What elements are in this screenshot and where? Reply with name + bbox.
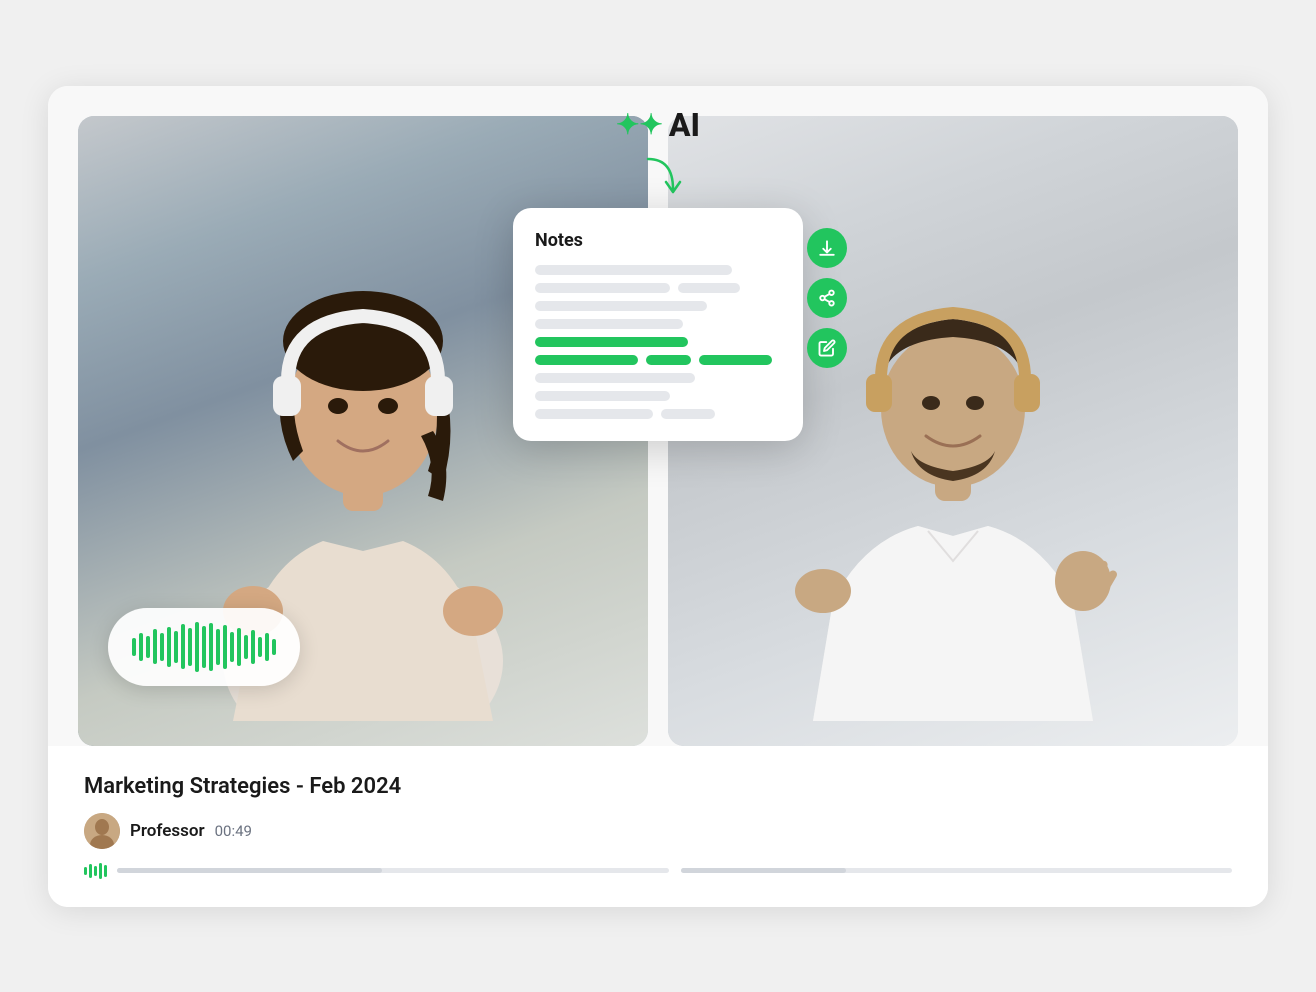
waveform-bar [230, 632, 234, 662]
waveform-bar [202, 626, 206, 668]
waveform-bar [265, 633, 269, 661]
waveform-bar [188, 628, 192, 666]
presenter-row: Professor 00:49 [84, 813, 1232, 849]
note-line [535, 265, 732, 275]
edit-button[interactable] [807, 328, 847, 368]
arrow-svg [628, 154, 688, 204]
progress-track-left[interactable] [117, 868, 669, 873]
waveform-bar [272, 639, 276, 655]
action-buttons [807, 228, 847, 368]
waveform-bar [146, 636, 150, 658]
waveform-bar [251, 630, 255, 664]
waveform-bar [244, 635, 248, 659]
download-icon [818, 239, 836, 257]
note-line [535, 301, 707, 311]
note-line [678, 283, 740, 293]
progress-track-right[interactable] [681, 868, 1233, 873]
waveform-bar [223, 625, 227, 669]
waveform-bar [160, 633, 164, 661]
waveform-bar [174, 631, 178, 663]
share-button[interactable] [807, 278, 847, 318]
note-line-row [535, 283, 781, 293]
avatar-image [84, 813, 120, 849]
progress-fill-right [681, 868, 846, 873]
note-line [661, 409, 715, 419]
share-icon [818, 289, 836, 307]
presenter-time: 00:49 [215, 822, 252, 840]
waveform-bars [132, 622, 276, 672]
notes-card: Notes [513, 208, 803, 441]
waveform-bar [153, 629, 157, 664]
progress-row[interactable] [117, 868, 1232, 873]
note-line-green [699, 355, 773, 365]
mini-bar [89, 864, 92, 878]
waveform-bar [181, 624, 185, 669]
notes-title: Notes [535, 230, 781, 251]
mini-bar [94, 866, 97, 876]
avatar [84, 813, 120, 849]
presenter-name: Professor [130, 821, 205, 841]
main-card: ✦✦ AI Notes [48, 86, 1268, 907]
ai-overlay: ✦✦ AI Notes [513, 106, 803, 441]
note-line [535, 373, 695, 383]
download-button[interactable] [807, 228, 847, 268]
audio-player-row [84, 863, 1232, 879]
note-line-green-row [535, 355, 781, 365]
waveform-bar [195, 622, 199, 672]
arrow-container [628, 154, 688, 208]
ai-text: AI [669, 106, 700, 144]
ai-label: ✦✦ AI [616, 106, 700, 144]
waveform-bar [167, 627, 171, 667]
note-line [535, 391, 670, 401]
mini-bar [84, 867, 87, 875]
note-line [535, 283, 670, 293]
mini-bar [104, 865, 107, 877]
mini-bar [99, 863, 102, 879]
meeting-title: Marketing Strategies - Feb 2024 [84, 774, 1232, 799]
sparkle-icon: ✦✦ [616, 108, 663, 141]
waveform-bar [216, 629, 220, 665]
waveform-bubble [108, 608, 300, 686]
note-line-green [646, 355, 690, 365]
note-line [535, 409, 653, 419]
waveform-bar [258, 637, 262, 657]
bottom-section: Marketing Strategies - Feb 2024 Professo… [48, 746, 1268, 907]
note-line-row [535, 409, 781, 419]
video-section: ✦✦ AI Notes [48, 86, 1268, 746]
waveform-bar [209, 623, 213, 671]
note-line [535, 319, 683, 329]
mini-waveform-icon [84, 863, 107, 879]
progress-fill-left [117, 868, 382, 873]
note-line-green [535, 355, 638, 365]
waveform-bar [237, 628, 241, 666]
waveform-bar [132, 638, 136, 656]
waveform-bar [139, 633, 143, 661]
note-line-green [535, 337, 688, 347]
edit-icon [818, 339, 836, 357]
